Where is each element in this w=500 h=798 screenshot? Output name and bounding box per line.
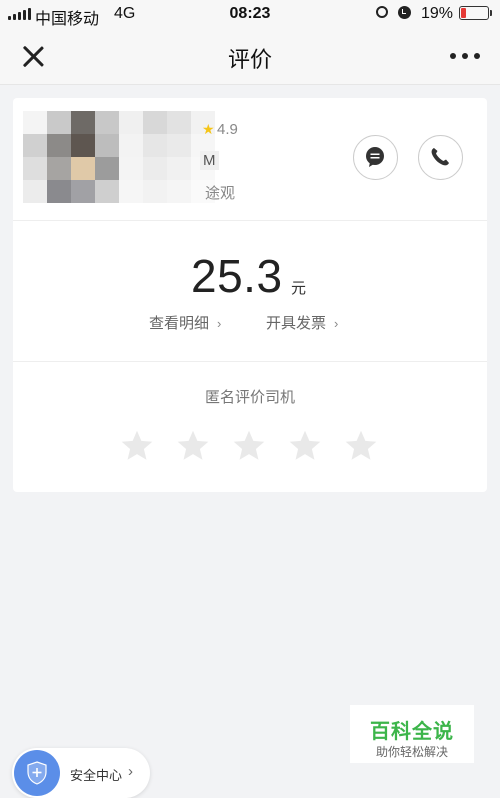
- alarm-icon: [398, 6, 411, 19]
- chevron-right-icon: ›: [128, 763, 133, 780]
- issue-invoice-label: 开具发票: [266, 315, 327, 332]
- watermark-subtitle: 助你轻松解决: [375, 745, 448, 759]
- rotation-lock-icon: [376, 6, 388, 18]
- chevron-right-icon: ›: [334, 316, 339, 331]
- driver-info: ★ 4.9 M 途观: [13, 98, 487, 221]
- order-card: ★ 4.9 M 途观 25.3 元 查看明细 › 开具发票 › 匿名评价司机: [13, 98, 487, 492]
- rating-star-1[interactable]: [119, 428, 155, 464]
- car-model: 途观: [205, 185, 236, 202]
- status-bar: 中国移动 4G 08:23 19%: [0, 0, 500, 28]
- shield-icon: [14, 750, 60, 796]
- rating-star-3[interactable]: [231, 428, 267, 464]
- rating-star-2[interactable]: [175, 428, 211, 464]
- view-details-link[interactable]: 查看明细 ›: [149, 312, 221, 333]
- issue-invoice-link[interactable]: 开具发票 ›: [266, 312, 338, 333]
- battery-icon: [459, 6, 489, 20]
- call-button[interactable]: [418, 135, 463, 180]
- nav-bar: 评价: [0, 28, 500, 85]
- fare-amount: 25.3: [191, 250, 283, 302]
- battery-percent: 19%: [421, 5, 454, 22]
- more-icon[interactable]: [450, 53, 484, 61]
- chevron-right-icon: ›: [217, 316, 222, 331]
- fare-unit: 元: [291, 280, 307, 297]
- safety-center-button[interactable]: 安全中心 ›: [12, 748, 150, 798]
- watermark-title: 百科全说: [370, 721, 454, 743]
- phone-icon: [431, 148, 449, 166]
- car-plate: M: [200, 151, 219, 170]
- fare-section: 25.3 元 查看明细 › 开具发票 ›: [13, 221, 487, 362]
- safety-center-label: 安全中心: [70, 768, 123, 783]
- watermark-logo: 百科全说 助你轻松解决: [350, 705, 474, 763]
- view-details-label: 查看明细: [149, 315, 210, 332]
- rating-star-5[interactable]: [343, 428, 379, 464]
- driver-rating: 4.9: [217, 121, 238, 138]
- page-title: 评价: [227, 47, 272, 72]
- rating-star-4[interactable]: [287, 428, 323, 464]
- avatar: [23, 111, 215, 203]
- battery-cap: [490, 10, 492, 16]
- rating-title: 匿名评价司机: [204, 389, 295, 406]
- star-icon: ★: [202, 121, 215, 137]
- message-button[interactable]: [353, 135, 398, 180]
- chat-bubble-icon: [366, 147, 384, 167]
